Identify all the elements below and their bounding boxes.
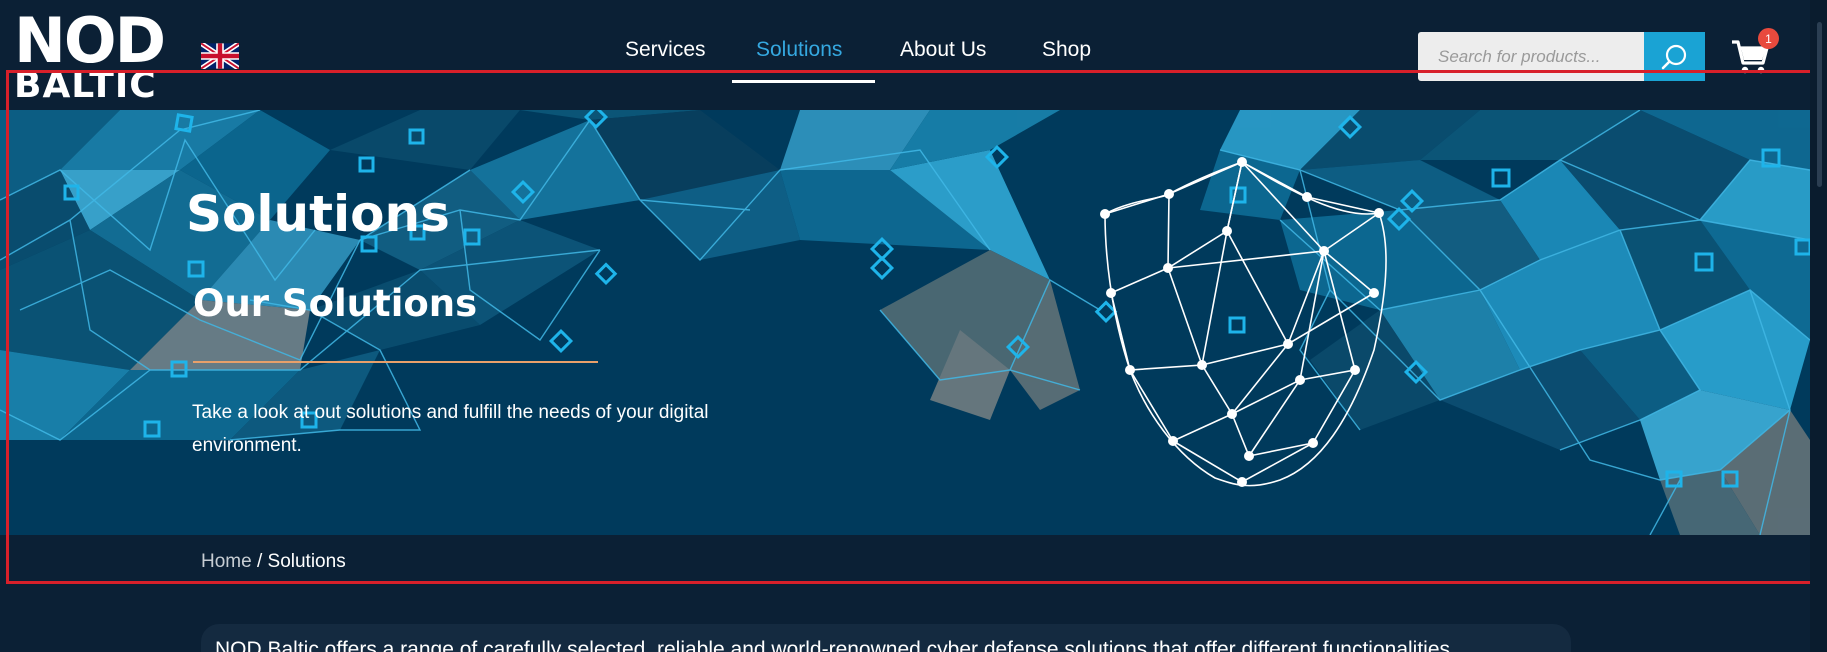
breadcrumb: Home / Solutions bbox=[201, 551, 346, 573]
breadcrumb-home-link[interactable]: Home bbox=[201, 551, 252, 572]
scrollbar-thumb[interactable] bbox=[1817, 22, 1822, 187]
search-button[interactable] bbox=[1644, 32, 1705, 81]
uk-flag-icon[interactable] bbox=[201, 43, 239, 69]
nav-services[interactable]: Services bbox=[625, 38, 706, 62]
intro-text: NOD Baltic offers a range of carefully s… bbox=[215, 638, 1451, 652]
site-header: NOD BALTIC Services Solutions About Us S… bbox=[0, 0, 1827, 110]
nav-solutions[interactable]: Solutions bbox=[756, 38, 842, 62]
breadcrumb-current: Solutions bbox=[267, 551, 346, 572]
nav-shop[interactable]: Shop bbox=[1042, 38, 1091, 62]
search-icon bbox=[1661, 44, 1686, 69]
hero-subtitle: Our Solutions bbox=[193, 282, 478, 325]
hero-banner: Solutions Our Solutions Take a look at o… bbox=[0, 110, 1810, 535]
nod-baltic-logo[interactable]: NOD BALTIC bbox=[14, 4, 184, 104]
nav-about-us[interactable]: About Us bbox=[900, 38, 986, 62]
breadcrumb-bar: Home / Solutions bbox=[0, 535, 1810, 590]
page-title: Solutions bbox=[186, 185, 450, 243]
hero-description: Take a look at out solutions and fulfill… bbox=[192, 402, 709, 456]
intro-card: NOD Baltic offers a range of carefully s… bbox=[201, 624, 1571, 652]
search-input[interactable] bbox=[1418, 32, 1644, 81]
active-nav-underline bbox=[732, 80, 875, 83]
breadcrumb-separator: / bbox=[256, 551, 268, 572]
logo-line2: BALTIC bbox=[14, 65, 157, 106]
hero-divider bbox=[193, 361, 598, 363]
product-search bbox=[1418, 32, 1705, 81]
logo-line1: NOD bbox=[14, 4, 166, 77]
cart-count-badge: 1 bbox=[1758, 28, 1779, 49]
